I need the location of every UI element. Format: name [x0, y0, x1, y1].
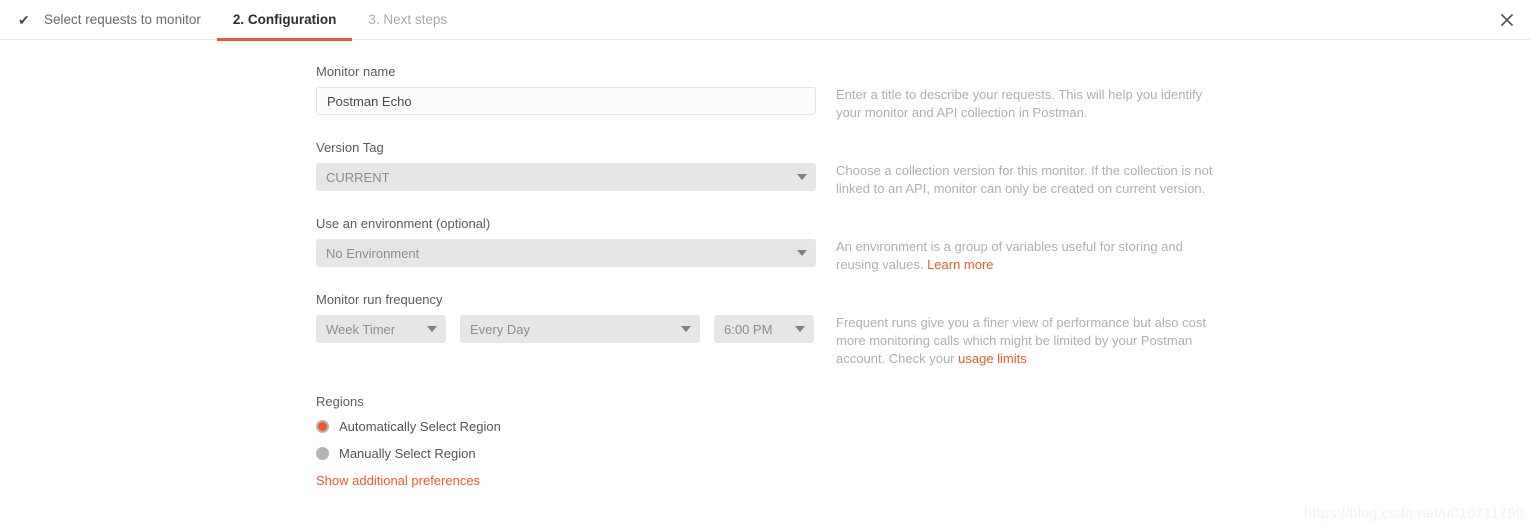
configuration-form: Monitor name Enter a title to describe y…	[0, 40, 1530, 488]
version-tag-value: CURRENT	[326, 169, 390, 185]
region-option-automatic[interactable]: Automatically Select Region	[316, 419, 816, 434]
close-icon[interactable]	[1492, 5, 1522, 35]
field-frequency: Monitor run frequency Week Timer Every D…	[0, 292, 1530, 368]
field-monitor-name: Monitor name Enter a title to describe y…	[0, 64, 1530, 122]
tab-configuration[interactable]: 2. Configuration	[216, 0, 353, 41]
version-tag-select[interactable]: CURRENT	[316, 163, 816, 191]
version-tag-help: Choose a collection version for this mon…	[836, 163, 1213, 196]
monitor-name-label: Monitor name	[316, 64, 396, 79]
frequency-timer-value: Week Timer	[326, 321, 396, 337]
chevron-down-icon	[797, 174, 807, 180]
radio-selected-icon[interactable]	[316, 420, 329, 433]
tab-next-steps[interactable]: 3. Next steps	[352, 0, 463, 40]
environment-help: An environment is a group of variables u…	[836, 239, 1183, 272]
tab-next-steps-label: 3. Next steps	[368, 12, 448, 27]
environment-value: No Environment	[326, 245, 420, 261]
frequency-label: Monitor run frequency	[316, 292, 443, 307]
frequency-time-value: 6:00 PM	[724, 321, 773, 337]
chevron-down-icon	[681, 326, 691, 332]
region-option-manual[interactable]: Manually Select Region	[316, 446, 816, 461]
field-environment: Use an environment (optional) No Environ…	[0, 216, 1530, 274]
regions-label: Regions	[316, 394, 364, 409]
chevron-down-icon	[797, 250, 807, 256]
field-regions: Regions Automatically Select Region Manu…	[0, 394, 1530, 488]
environment-select[interactable]: No Environment	[316, 239, 816, 267]
tab-configuration-label: 2. Configuration	[232, 12, 337, 27]
frequency-day-value: Every Day	[470, 321, 530, 337]
region-option-manual-label: Manually Select Region	[339, 446, 476, 461]
frequency-day-select[interactable]: Every Day	[460, 315, 700, 343]
monitor-name-input[interactable]	[316, 87, 816, 115]
frequency-timer-select[interactable]: Week Timer	[316, 315, 446, 343]
chevron-down-icon	[795, 326, 805, 332]
check-icon: ✔	[18, 11, 30, 28]
environment-label: Use an environment (optional)	[316, 216, 491, 231]
show-additional-preferences-link[interactable]: Show additional preferences	[316, 473, 816, 488]
learn-more-link[interactable]: Learn more	[927, 257, 993, 272]
field-version-tag: Version Tag CURRENT Choose a collection …	[0, 140, 1530, 198]
wizard-tab-bar: ✔ Select requests to monitor 2. Configur…	[0, 0, 1530, 41]
radio-unselected-icon[interactable]	[316, 447, 329, 460]
usage-limits-link[interactable]: usage limits	[958, 351, 1027, 366]
region-option-automatic-label: Automatically Select Region	[339, 419, 501, 434]
frequency-time-select[interactable]: 6:00 PM	[714, 315, 814, 343]
version-tag-label: Version Tag	[316, 140, 384, 155]
tab-select-requests-label: Select requests to monitor	[44, 12, 201, 27]
monitor-name-help: Enter a title to describe your requests.…	[836, 87, 1203, 120]
watermark: https://blog.csdn.net/u010711750	[1304, 506, 1524, 522]
tab-select-requests[interactable]: ✔ Select requests to monitor	[0, 0, 217, 40]
chevron-down-icon	[427, 326, 437, 332]
